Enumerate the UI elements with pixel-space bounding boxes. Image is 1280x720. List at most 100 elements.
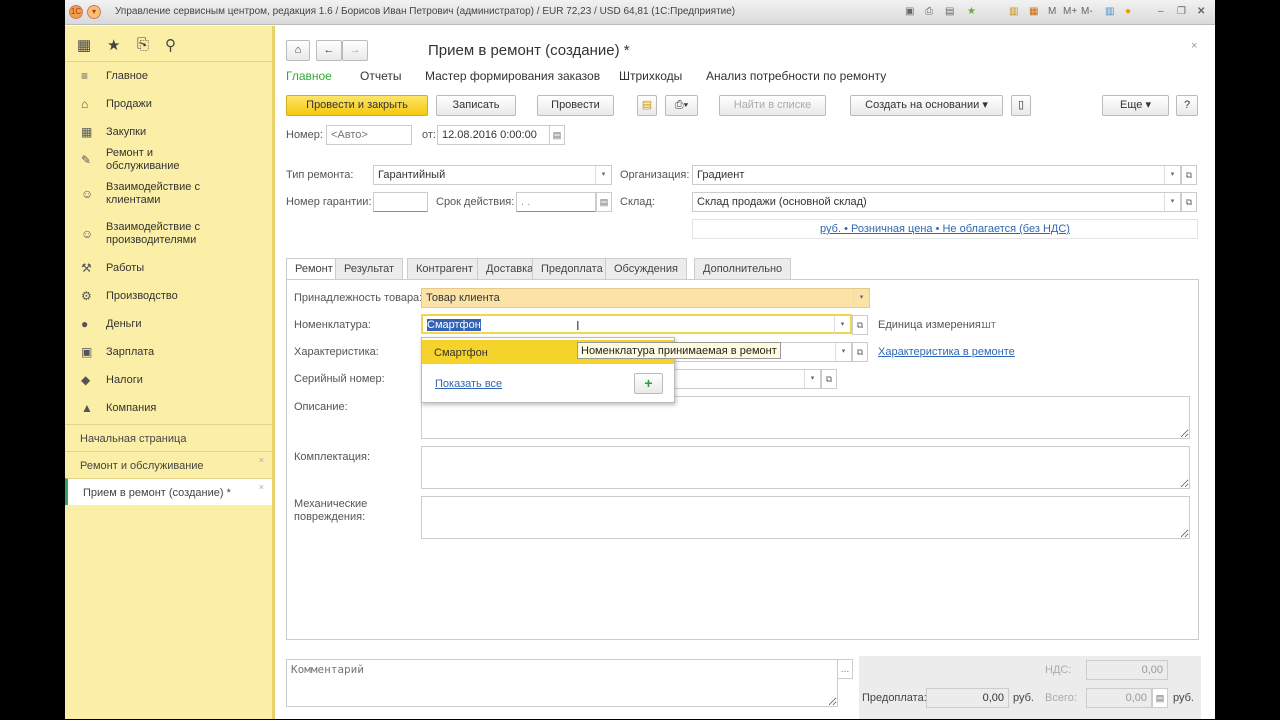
date-label: от: xyxy=(422,129,436,141)
warehouse-select[interactable]: Склад продажи (основной склад) ▾ xyxy=(692,192,1181,212)
forward-button[interactable]: → xyxy=(342,40,368,61)
favorites-star-icon[interactable]: ★ xyxy=(107,36,120,54)
open-window-label: Прием в ремонт (создание) * xyxy=(83,487,231,499)
show-all-link[interactable]: Показать все xyxy=(435,378,502,390)
sidebar-item[interactable]: ▲ Компания xyxy=(65,394,272,422)
dropdown-icon[interactable]: ▾ xyxy=(1164,193,1180,211)
open-window-repair[interactable]: Ремонт и обслуживание × xyxy=(65,451,272,478)
memory-sub-button[interactable]: M- xyxy=(1081,6,1093,17)
print-menu-icon[interactable]: ⎙▾ xyxy=(665,95,698,116)
panels-icon[interactable]: ▥ xyxy=(1105,6,1114,17)
tab-4[interactable]: Предоплата xyxy=(532,258,612,280)
sidebar-item[interactable]: ● Деньги xyxy=(65,310,272,338)
sidebar-item[interactable]: ◆ Налоги xyxy=(65,366,272,394)
open-icon[interactable]: ⧉ xyxy=(852,315,868,335)
sidebar-item[interactable]: ≡ Главное xyxy=(65,62,272,90)
close-form-icon[interactable]: × xyxy=(1191,40,1197,52)
more-button[interactable]: Еще ▾ xyxy=(1102,95,1169,116)
history-icon[interactable]: ⎘ xyxy=(137,36,149,53)
add-new-button[interactable]: + xyxy=(634,373,663,394)
dropdown-icon[interactable]: ▾ xyxy=(1164,166,1180,184)
app-logo-icon[interactable]: 1С xyxy=(69,5,83,19)
tax-icon: ◆ xyxy=(81,373,91,387)
post-and-close-button[interactable]: Провести и закрыть xyxy=(286,95,428,116)
sidebar-item[interactable]: ▣ Зарплата xyxy=(65,338,272,366)
nav-repair-analysis[interactable]: Анализ потребности по ремонту xyxy=(706,69,886,83)
apps-grid-icon[interactable]: ▦ xyxy=(77,36,91,54)
print-icon[interactable]: ⎙ xyxy=(925,6,933,17)
open-window-current[interactable]: Прием в ремонт (создание) * × xyxy=(65,478,272,505)
repair-type-value: Гарантийный xyxy=(378,169,446,181)
preview-icon[interactable]: ▤ xyxy=(945,6,954,17)
post-button[interactable]: Провести xyxy=(537,95,614,116)
tab-6[interactable]: Дополнительно xyxy=(694,258,792,280)
calendar-icon[interactable]: ▦ xyxy=(1029,6,1038,17)
main-menu-icon[interactable]: ▾ xyxy=(87,5,101,19)
open-window-home[interactable]: Начальная страница xyxy=(65,424,272,451)
document-icon[interactable]: ▯ xyxy=(1011,95,1031,116)
search-icon[interactable]: ⚲ xyxy=(165,36,176,54)
memory-add-button[interactable]: M+ xyxy=(1063,6,1077,17)
home-button[interactable]: ⌂ xyxy=(286,40,310,61)
help-button[interactable]: ? xyxy=(1176,95,1198,116)
sidebar-item[interactable]: ☺ Взаимодействие с производителями xyxy=(65,214,272,254)
close-icon[interactable]: ✕ xyxy=(1197,6,1205,17)
dropdown-icon[interactable]: ▾ xyxy=(834,316,850,334)
wallet-icon: ▣ xyxy=(81,345,93,359)
number-input[interactable] xyxy=(326,125,412,145)
damage-input[interactable] xyxy=(421,496,1190,539)
dropdown-icon[interactable]: ▾ xyxy=(804,370,820,388)
nav-barcodes[interactable]: Штрихкоды xyxy=(619,69,682,83)
repair-type-select[interactable]: Гарантийный ▾ xyxy=(373,165,612,185)
minimize-icon[interactable]: – xyxy=(1158,6,1164,17)
calendar-icon[interactable]: ▤ xyxy=(549,125,565,145)
info-icon[interactable]: ● xyxy=(1125,6,1131,17)
save-button[interactable]: Записать xyxy=(436,95,516,116)
tab-1[interactable]: Результат xyxy=(335,258,404,280)
organization-select[interactable]: Градиент ▾ xyxy=(692,165,1181,185)
close-tab-icon[interactable]: × xyxy=(259,482,264,492)
dropdown-icon[interactable]: ▾ xyxy=(595,166,611,184)
create-based-on-button[interactable]: Создать на основании ▾ xyxy=(850,95,1003,116)
ownership-select[interactable]: Товар клиента ▾ xyxy=(421,288,870,308)
nav-reports[interactable]: Отчеты xyxy=(360,69,401,83)
close-tab-icon[interactable]: × xyxy=(259,455,264,465)
tab-2[interactable]: Контрагент xyxy=(407,258,482,280)
validity-date-input[interactable]: . . xyxy=(516,192,596,212)
open-icon[interactable]: ⧉ xyxy=(821,369,837,389)
calculator-icon[interactable]: ▤ xyxy=(1152,688,1168,708)
date-input[interactable]: 12.08.2016 0:00:00 xyxy=(437,125,550,145)
sidebar-item-label: Продажи xyxy=(106,97,152,110)
sidebar-item[interactable]: ▦ Закупки xyxy=(65,118,272,146)
tab-5[interactable]: Обсуждения xyxy=(605,258,687,280)
comment-input[interactable] xyxy=(286,659,838,707)
sidebar-item[interactable]: ⚙ Производство xyxy=(65,282,272,310)
open-icon[interactable]: ⧉ xyxy=(852,342,868,362)
sidebar-item[interactable]: ☺ Взаимодействие с клиентами xyxy=(65,174,272,214)
tab-0[interactable]: Ремонт xyxy=(286,258,342,280)
sidebar-item[interactable]: ⌂ Продажи xyxy=(65,90,272,118)
characteristic-in-repair-link[interactable]: Характеристика в ремонте xyxy=(878,346,1015,358)
price-settings-link[interactable]: руб. • Розничная цена • Не облагается (б… xyxy=(820,223,1070,235)
kit-input[interactable] xyxy=(421,446,1190,489)
calendar-icon[interactable]: ▤ xyxy=(596,192,612,212)
dropdown-icon[interactable]: ▾ xyxy=(835,343,851,361)
open-icon[interactable]: ⧉ xyxy=(1181,165,1197,185)
sidebar-item[interactable]: ⚒ Работы xyxy=(65,254,272,282)
save-icon[interactable]: ▣ xyxy=(905,6,914,17)
report-icon[interactable]: ▤ xyxy=(637,95,657,116)
favorites-icon[interactable]: ★ xyxy=(967,6,976,17)
item-input[interactable]: Смартфон ▾ xyxy=(421,314,852,334)
find-in-list-button[interactable]: Найти в списке xyxy=(719,95,826,116)
restore-icon[interactable]: ❐ xyxy=(1177,6,1186,17)
memory-button[interactable]: M xyxy=(1048,6,1056,17)
nav-main[interactable]: Главное xyxy=(286,69,332,83)
sidebar-item[interactable]: ✎ Ремонт и обслуживание xyxy=(65,146,272,174)
comment-expand-icon[interactable]: … xyxy=(837,659,853,679)
nav-order-wizard[interactable]: Мастер формирования заказов xyxy=(425,69,600,83)
open-icon[interactable]: ⧉ xyxy=(1181,192,1197,212)
calc-icon[interactable]: ▥ xyxy=(1009,6,1018,17)
warranty-number-input[interactable] xyxy=(373,192,428,212)
back-button[interactable]: ← xyxy=(316,40,342,61)
dropdown-icon[interactable]: ▾ xyxy=(853,289,869,307)
